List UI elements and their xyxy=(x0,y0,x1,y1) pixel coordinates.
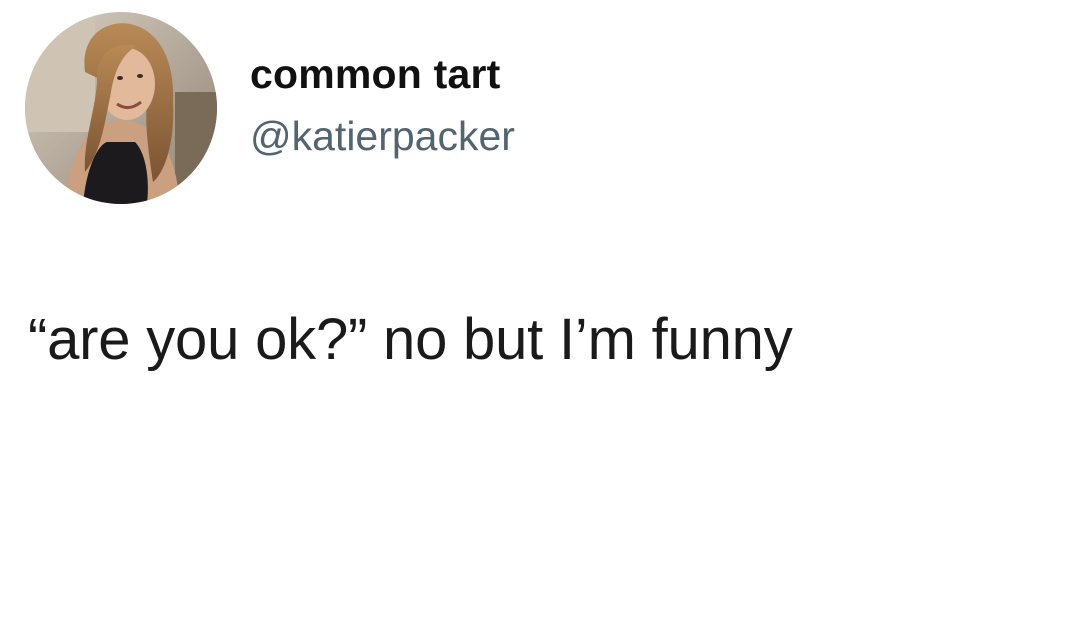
tweet-card: common tart @katierpacker “are you ok?” … xyxy=(0,0,1080,628)
avatar[interactable] xyxy=(25,12,217,204)
tweet-text: “are you ok?” no but I’m funny xyxy=(28,307,793,372)
author-names: common tart @katierpacker xyxy=(250,49,515,161)
author-display-name[interactable]: common tart xyxy=(250,49,515,99)
profile-photo-avatar-icon xyxy=(25,12,217,204)
author-handle[interactable]: @katierpacker xyxy=(250,111,515,161)
tweet-header: common tart @katierpacker xyxy=(25,12,515,204)
